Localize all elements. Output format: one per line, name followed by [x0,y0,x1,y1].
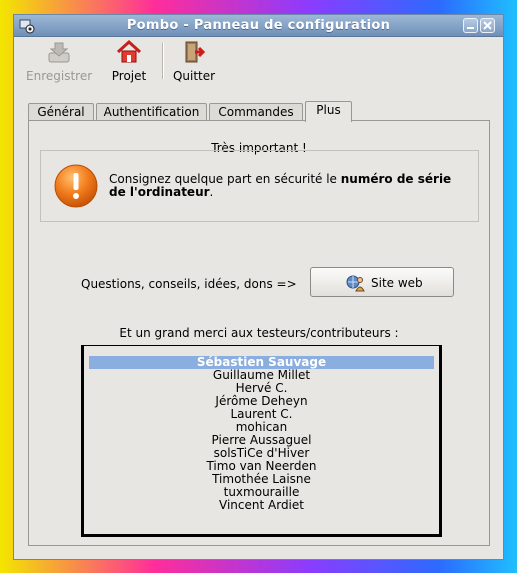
tab-plus-label: Plus [316,103,341,117]
title-bar[interactable]: Pombo - Panneau de configuration [14,15,503,37]
close-icon [483,21,492,30]
minimize-icon [467,27,474,29]
tab-authentification[interactable]: Authentification [96,103,207,121]
website-button[interactable]: Site web [310,267,454,297]
quit-label: Quitter [172,69,216,83]
save-icon [48,42,70,63]
save-label: Enregistrer [26,69,93,83]
contributors-list[interactable]: Sébastien Sauvage Guillaume Millet Hervé… [81,345,442,537]
website-button-label: Site web [371,276,423,290]
important-frame: Consignez quelque part en sécurité le nu… [40,150,479,222]
exit-icon [185,41,206,63]
quit-button[interactable]: Quitter [172,39,216,83]
close-button[interactable] [480,18,495,33]
website-prompt: Questions, conseils, idées, dons => [81,277,297,291]
save-button[interactable]: Enregistrer [26,39,92,83]
list-item[interactable]: Vincent Ardiet [89,499,434,512]
contributors-heading: Et un grand merci aux testeurs/contribut… [119,326,399,340]
minimize-button[interactable] [463,18,478,33]
warning-icon [54,164,98,208]
tab-general[interactable]: Général [28,103,94,121]
tab-plus[interactable]: Plus [305,101,352,122]
important-message: Consignez quelque part en sécurité le nu… [109,173,469,199]
config-window: Pombo - Panneau de configuration Enregis… [13,14,504,560]
project-button[interactable]: Projet [109,39,149,83]
tab-authentification-label: Authentification [103,105,200,119]
tab-panel-plus: Très important ! Consignez quelque part … [28,120,490,546]
home-icon [116,39,142,63]
window-title: Pombo - Panneau de configuration [126,18,391,33]
tab-commandes[interactable]: Commandes [209,103,303,121]
globe-user-icon [346,275,365,292]
toolbar-separator [162,43,164,79]
toolbar: Enregistrer Projet Quitter [14,37,503,85]
important-text-end: . [209,185,214,199]
tab-commandes-label: Commandes [218,105,294,119]
project-label: Projet [111,69,147,83]
tab-general-label: Général [37,105,85,119]
important-text: Consignez quelque part en sécurité le [109,172,341,186]
